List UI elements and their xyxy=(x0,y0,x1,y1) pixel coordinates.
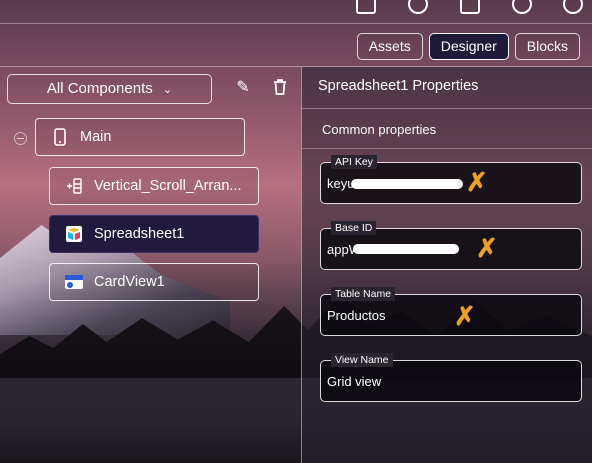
components-filter-dropdown[interactable]: All Components ⌄ xyxy=(7,74,212,104)
view-name-field[interactable]: View Name Grid view xyxy=(320,353,582,402)
table-name-value: Productos xyxy=(327,308,386,323)
top-bar xyxy=(0,0,592,24)
settings-icon[interactable] xyxy=(512,0,532,14)
api-key-field[interactable]: API Key keyu ✗ xyxy=(320,155,582,204)
view-name-value: Grid view xyxy=(327,374,382,389)
trash-icon[interactable] xyxy=(271,79,289,97)
assets-button[interactable]: Assets xyxy=(356,33,423,60)
properties-divider xyxy=(302,108,592,109)
window-icon[interactable] xyxy=(356,0,376,14)
tree-node-label: CardView1 xyxy=(94,274,165,290)
vertical-scroll-icon xyxy=(64,177,84,195)
blocks-button[interactable]: Blocks xyxy=(514,33,580,60)
copy-icon[interactable] xyxy=(460,0,480,14)
tree-node-vertical-scroll[interactable]: Vertical_Scroll_Arran... xyxy=(49,167,259,205)
table-name-label: Table Name xyxy=(331,287,396,301)
phone-icon xyxy=(50,128,70,146)
profile-icon[interactable] xyxy=(563,0,583,14)
redaction-mark xyxy=(353,244,459,254)
table-name-field[interactable]: Table Name Productos ✗ xyxy=(320,287,582,336)
gallery-icon[interactable] xyxy=(408,0,428,14)
view-switcher: Assets Designer Blocks xyxy=(356,33,580,60)
annotation-x-icon: ✗ xyxy=(454,301,476,331)
properties-panel: Spreadsheet1 Properties Common propertie… xyxy=(301,67,592,463)
base-id-field[interactable]: Base ID appW ✗ xyxy=(320,221,582,270)
components-panel: All Components ⌄ ✎ Main Vertical_Scroll_… xyxy=(0,67,301,463)
collapse-toggle-icon[interactable] xyxy=(14,132,27,145)
annotation-x-icon: ✗ xyxy=(476,233,498,263)
components-filter-label: All Components xyxy=(46,80,153,97)
tree-node-label: Vertical_Scroll_Arran... xyxy=(94,178,242,194)
designer-button[interactable]: Designer xyxy=(428,33,509,60)
annotation-x-icon: ✗ xyxy=(466,167,488,197)
properties-title: Spreadsheet1 Properties xyxy=(318,78,479,94)
base-id-label: Base ID xyxy=(331,221,377,235)
section-divider xyxy=(302,148,592,149)
redaction-mark xyxy=(351,179,463,189)
cardview-icon xyxy=(64,273,84,291)
chevron-down-icon: ⌄ xyxy=(162,84,173,96)
tree-node-spreadsheet[interactable]: Spreadsheet1 xyxy=(49,215,259,253)
section-title: Common properties xyxy=(322,122,437,137)
tree-node-label: Main xyxy=(80,129,112,145)
pencil-icon[interactable]: ✎ xyxy=(234,79,252,97)
spreadsheet-icon xyxy=(64,225,84,243)
tree-node-label: Spreadsheet1 xyxy=(94,226,185,242)
view-name-label: View Name xyxy=(331,353,393,367)
tree-node-main[interactable]: Main xyxy=(35,118,245,156)
api-key-label: API Key xyxy=(331,155,377,169)
tree-node-cardview[interactable]: CardView1 xyxy=(49,263,259,301)
